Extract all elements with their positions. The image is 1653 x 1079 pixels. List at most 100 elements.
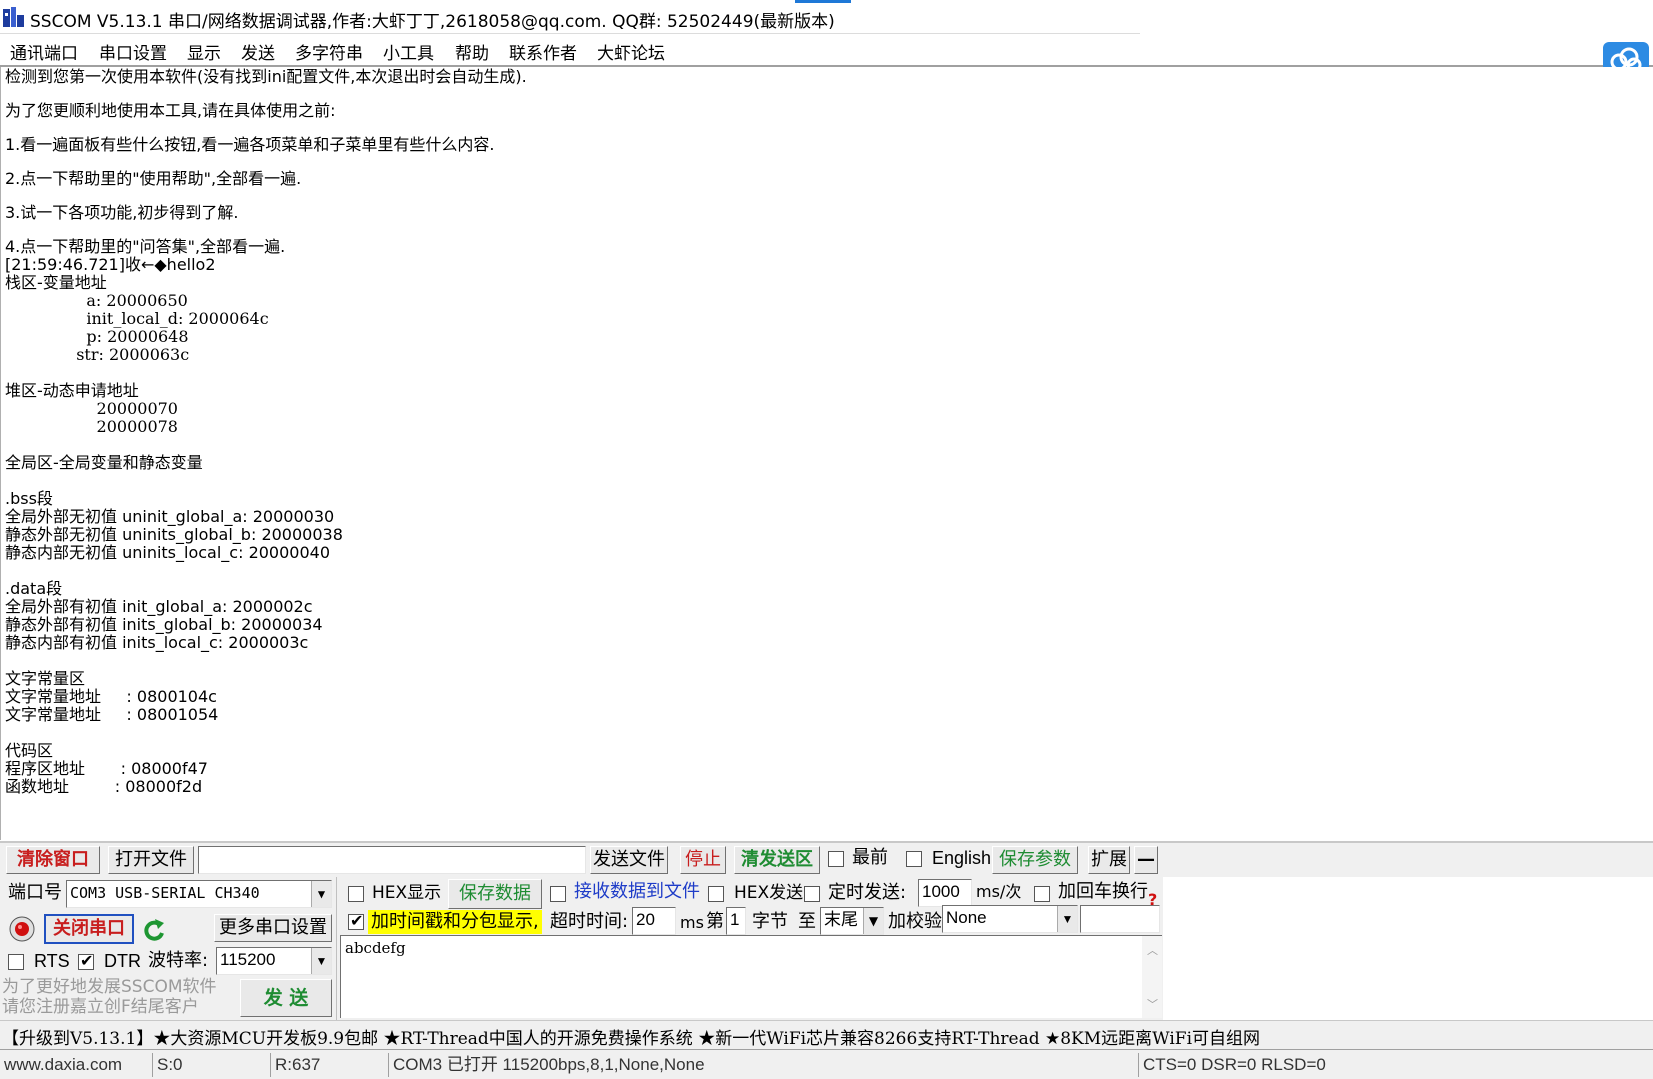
- chevron-down-icon[interactable]: ▼: [311, 881, 331, 907]
- ad-bar: 【升级到V5.13.1】★大资源MCU开发板9.9包邮 ★RT-Thread中国…: [0, 1020, 1653, 1049]
- scroll-down-icon[interactable]: ﹀: [1147, 996, 1158, 1012]
- collapse-button[interactable]: —: [1134, 846, 1158, 874]
- status-sent-count: S:0: [152, 1053, 270, 1077]
- hex-display-checkbox[interactable]: [348, 886, 364, 902]
- receive-line: 栈区-变量地址: [5, 273, 107, 292]
- baud-select[interactable]: 115200 ▼: [216, 947, 332, 975]
- end-select-value: 末尾: [824, 910, 858, 930]
- check-icon: ✔: [350, 911, 364, 930]
- receive-line: 检测到您第一次使用本软件(没有找到ini配置文件,本次退出时会自动生成).: [5, 67, 527, 86]
- byte-label: 字节: [752, 911, 788, 932]
- dtr-label: DTR: [104, 951, 141, 971]
- stop-button[interactable]: 停止: [680, 846, 726, 874]
- timestamp-checkbox[interactable]: ✔: [348, 911, 364, 930]
- to-label: 至: [798, 911, 816, 932]
- timed-send-checkbox[interactable]: [804, 886, 820, 902]
- receive-text: 检测到您第一次使用本软件(没有找到ini配置文件,本次退出时会自动生成). 为了您…: [5, 68, 527, 796]
- add-crlf-label: 加回车换行: [1058, 881, 1148, 902]
- menu-contact-author[interactable]: 联系作者: [509, 39, 577, 64]
- rts-label: RTS: [34, 951, 70, 971]
- chevron-down-icon[interactable]: ▼: [1057, 906, 1077, 932]
- status-bar: www.daxia.com S:0 R:637 COM3 已打开 115200b…: [0, 1049, 1653, 1079]
- timeout-input[interactable]: 20: [632, 907, 676, 935]
- checksum-label: 加校验: [888, 911, 942, 932]
- timeout-label: 超时时间:: [550, 911, 629, 932]
- checksum-extra-field[interactable]: [1080, 905, 1160, 933]
- receive-line: [5, 436, 527, 454]
- status-signals: CTS=0 DSR=0 RLSD=0: [1138, 1053, 1653, 1077]
- receive-area[interactable]: 检测到您第一次使用本软件(没有找到ini配置文件,本次退出时会自动生成). 为了您…: [0, 67, 1653, 840]
- menu-bar: 通讯端口 串口设置 显示 发送 多字符串 小工具 帮助 联系作者 大虾论坛: [0, 34, 1653, 64]
- english-label: English: [932, 848, 992, 868]
- save-data-button[interactable]: 保存数据: [448, 879, 542, 909]
- receive-line: 静态内部有初值 inits_local_c: 2000003c: [5, 633, 309, 652]
- receive-line: 代码区: [5, 741, 54, 760]
- ad-text[interactable]: 【升级到V5.13.1】★大资源MCU开发板9.9包邮 ★RT-Thread中国…: [2, 1024, 1260, 1049]
- english-checkbox[interactable]: [906, 851, 922, 867]
- receive-line: 静态外部有初值 inits_global_b: 20000034: [5, 615, 323, 634]
- recv-to-file-checkbox[interactable]: [550, 886, 566, 902]
- save-params-button[interactable]: 保存参数: [992, 846, 1078, 874]
- refresh-icon[interactable]: [142, 917, 166, 943]
- hex-send-label: HEX发送: [734, 883, 804, 903]
- clear-window-button[interactable]: 清除窗口: [6, 846, 100, 874]
- receive-line: [5, 724, 527, 742]
- close-port-button[interactable]: 关闭串口: [44, 914, 134, 944]
- dtr-checkbox[interactable]: ✔: [78, 951, 94, 970]
- menu-help[interactable]: 帮助: [455, 39, 489, 64]
- interval-input[interactable]: 1000: [918, 879, 972, 907]
- receive-line: .bss段: [5, 489, 53, 508]
- hex-display-label: HEX显示: [372, 883, 442, 903]
- menu-forum[interactable]: 大虾论坛: [597, 39, 665, 64]
- open-file-button[interactable]: 打开文件: [108, 846, 194, 874]
- file-path-input[interactable]: [198, 846, 586, 874]
- checksum-select[interactable]: None ▼: [942, 905, 1078, 933]
- status-port-state: COM3 已打开 115200bps,8,1,None,None: [388, 1053, 1138, 1077]
- promo-line-2: 请您注册嘉立创F结尾客户: [2, 997, 199, 1017]
- receive-line: str: 2000063c: [5, 345, 190, 364]
- menu-serial-settings[interactable]: 串口设置: [99, 39, 167, 64]
- checksum-select-value: None: [946, 908, 987, 927]
- rts-checkbox[interactable]: [8, 954, 24, 970]
- send-scrollbar[interactable]: ︿ ﹀: [1142, 936, 1162, 1018]
- chevron-down-icon[interactable]: ▼: [311, 948, 331, 974]
- menu-display[interactable]: 显示: [187, 39, 221, 64]
- receive-line: 全局区-全局变量和静态变量: [5, 453, 203, 472]
- menu-send[interactable]: 发送: [241, 39, 275, 64]
- receive-line: 1.看一遍面板有些什么按钮,看一遍各项菜单和子菜单里有些什么内容.: [5, 135, 495, 154]
- send-input[interactable]: abcdefg ︿ ﹀: [340, 935, 1162, 1018]
- receive-line: 20000070: [5, 399, 178, 418]
- receive-line: 3.试一下各项功能,初步得到了解.: [5, 203, 239, 222]
- baud-select-value: 115200: [220, 950, 276, 969]
- timed-send-label: 定时发送:: [828, 882, 907, 903]
- menu-multi-string[interactable]: 多字符串: [295, 39, 363, 64]
- topmost-checkbox[interactable]: [828, 851, 844, 867]
- end-select[interactable]: 末尾 ▼: [820, 907, 884, 935]
- scroll-up-icon[interactable]: ︿: [1147, 942, 1158, 958]
- chevron-down-icon[interactable]: ▼: [863, 908, 883, 934]
- menu-comm-port[interactable]: 通讯端口: [10, 39, 78, 64]
- receive-line: [5, 472, 527, 490]
- send-button[interactable]: 发 送: [240, 979, 332, 1017]
- port-select[interactable]: COM3 USB-SERIAL CH340 ▼: [66, 880, 332, 908]
- menu-tools[interactable]: 小工具: [383, 39, 434, 64]
- right-empty-area: [1163, 877, 1653, 1020]
- receive-line: 全局外部无初值 uninit_global_a: 20000030: [5, 507, 335, 526]
- receive-line: [5, 562, 527, 580]
- more-serial-settings-button[interactable]: 更多串口设置: [214, 914, 332, 942]
- status-site[interactable]: www.daxia.com: [0, 1053, 152, 1077]
- expand-button[interactable]: 扩展: [1088, 846, 1130, 874]
- app-logo-icon: [3, 7, 24, 27]
- clear-send-button[interactable]: 清发送区: [734, 846, 820, 874]
- send-file-button[interactable]: 发送文件: [590, 846, 668, 874]
- title-accent-bar: [795, 0, 851, 3]
- port-panel: 端口号 COM3 USB-SERIAL CH340 ▼ 关闭串口 更多串口设置 …: [0, 877, 337, 1020]
- byte-index-input[interactable]: 1: [726, 907, 746, 935]
- receive-line: 堆区-动态申请地址: [5, 381, 139, 400]
- interval-unit-label: ms/次: [976, 882, 1022, 901]
- nth-label: 第: [706, 911, 724, 932]
- add-crlf-checkbox[interactable]: [1034, 886, 1050, 902]
- hex-send-checkbox[interactable]: [708, 886, 724, 902]
- receive-line: [21:59:46.721]收←◆hello2: [5, 255, 216, 274]
- promo-line-1: 为了更好地发展SSCOM软件: [2, 977, 217, 997]
